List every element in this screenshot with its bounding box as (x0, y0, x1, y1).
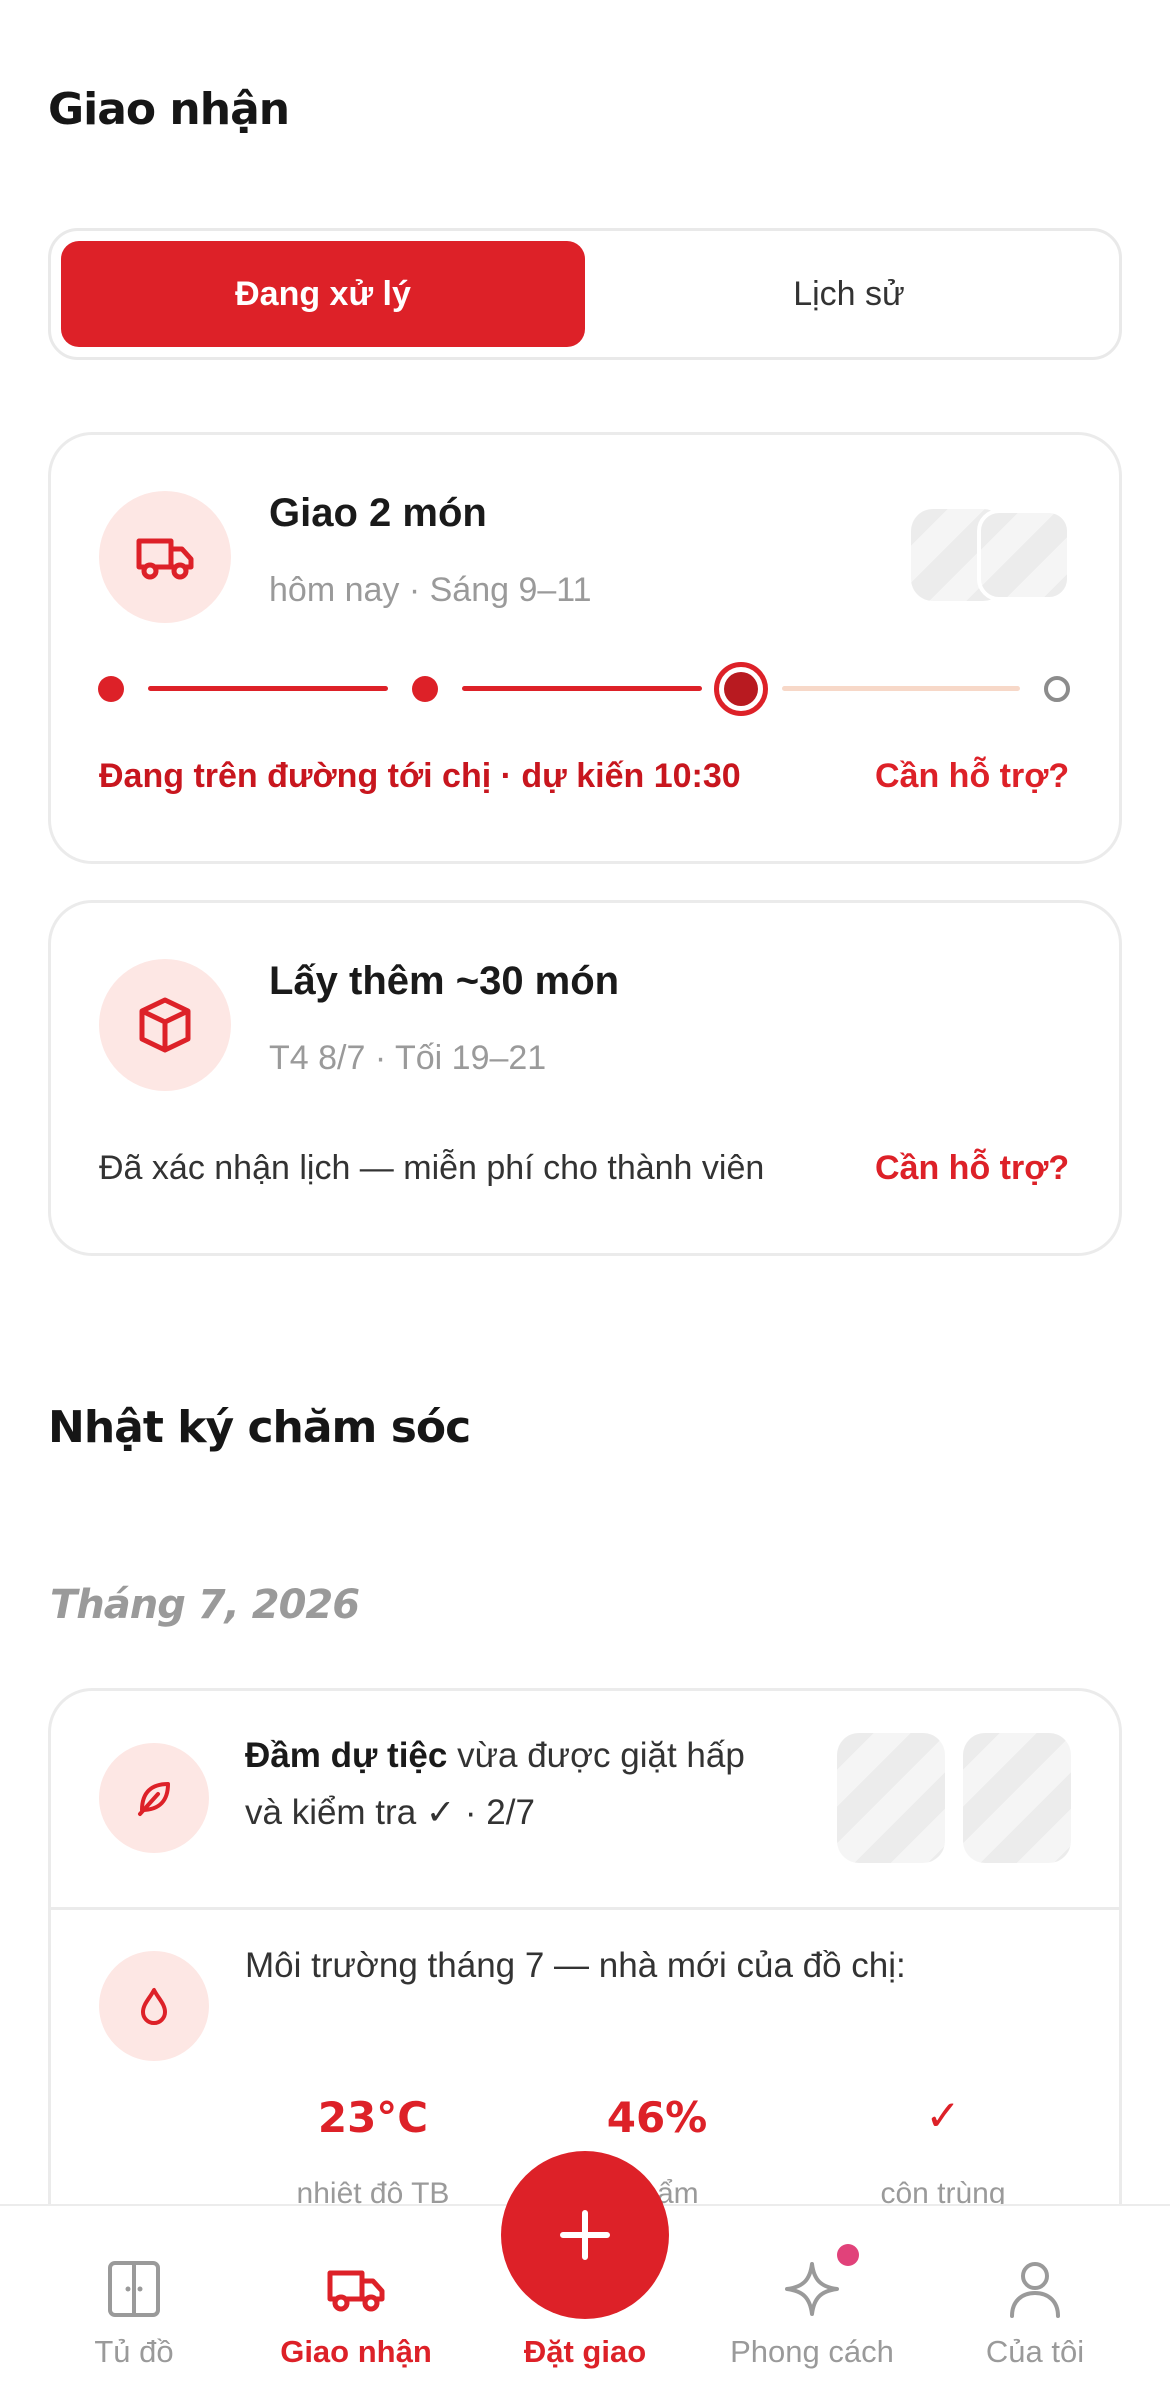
nav-label: Giao nhận (280, 2334, 432, 2369)
progress-step-done (98, 676, 124, 702)
nav-wardrobe[interactable]: Tủ đồ (34, 2206, 234, 2400)
pickup-help-link[interactable]: Cần hỗ trợ? (875, 1149, 1069, 1188)
plus-icon (560, 2210, 610, 2260)
leaf-icon (99, 1743, 209, 1853)
progress-line-done (462, 686, 702, 691)
care-entry-detail: và kiểm tra ✓ · 2/7 (245, 1793, 535, 1832)
progress-step-pending (1044, 676, 1070, 702)
delivery-item-thumbnails (911, 509, 1071, 601)
progress-line-done (148, 686, 388, 691)
delivery-title: Giao 2 món (269, 491, 487, 535)
wardrobe-icon (101, 2256, 167, 2322)
nav-style[interactable]: Phong cách (712, 2206, 912, 2400)
status-segmented-control: Đang xử lý Lịch sử (48, 228, 1122, 360)
nav-account[interactable]: Của tôi (935, 2206, 1135, 2400)
sparkle-icon (779, 2244, 859, 2322)
truck-icon (323, 2256, 389, 2322)
progress-step-done (412, 676, 438, 702)
page-title: Giao nhận (48, 84, 290, 135)
notification-badge (837, 2244, 859, 2266)
order-delivery-fab[interactable] (501, 2151, 669, 2319)
care-log-title: Nhật ký chăm sóc (48, 1402, 471, 1453)
tab-processing[interactable]: Đang xử lý (61, 241, 585, 347)
item-thumbnail (963, 1733, 1071, 1863)
care-entry-item: Đầm dự tiệc (245, 1736, 448, 1775)
care-entry-cleaning: Đầm dự tiệc vừa được giặt hấp và kiểm tr… (245, 1736, 745, 1832)
truck-icon (99, 491, 231, 623)
pickup-subtitle: T4 8/7 · Tối 19–21 (269, 1039, 547, 1077)
pickup-title: Lấy thêm ~30 món (269, 959, 620, 1003)
item-thumbnail (977, 509, 1071, 601)
progress-step-current (714, 662, 768, 716)
delivery-subtitle: hôm nay · Sáng 9–11 (269, 571, 592, 609)
divider (51, 1907, 1119, 1910)
pickup-card[interactable]: Lấy thêm ~30 món T4 8/7 · Tối 19–21 Đã x… (48, 900, 1122, 1256)
user-icon (1002, 2256, 1068, 2322)
box-icon (99, 959, 231, 1091)
care-entry-thumbnails (837, 1733, 1071, 1863)
care-log-month: Tháng 7, 2026 (50, 1582, 360, 1628)
nav-label: Phong cách (730, 2334, 894, 2369)
delivery-status-text: Đang trên đường tới chị · dự kiến 10:30 (99, 757, 741, 795)
stat-temperature-value: 23°C (317, 2093, 429, 2142)
nav-label: Của tôi (985, 2334, 1085, 2369)
care-entry-environment: Môi trường tháng 7 — nhà mới của đồ chị: (245, 1946, 906, 1985)
nav-delivery[interactable]: Giao nhận (256, 2206, 456, 2400)
item-thumbnail (837, 1733, 945, 1863)
tab-history[interactable]: Lịch sử (587, 241, 1111, 347)
nav-label: Đặt giao (523, 2334, 647, 2369)
stat-pest-value: ✓ (925, 2091, 961, 2140)
stat-humidity-value: 46% (606, 2093, 708, 2142)
nav-label: Tủ đồ (94, 2334, 174, 2369)
progress-line-pending (782, 686, 1020, 691)
droplet-icon (99, 1951, 209, 2061)
delivery-card[interactable]: Giao 2 món hôm nay · Sáng 9–11 Đang trên… (48, 432, 1122, 864)
delivery-help-link[interactable]: Cần hỗ trợ? (875, 757, 1069, 796)
pickup-note: Đã xác nhận lịch — miễn phí cho thành vi… (99, 1149, 765, 1187)
